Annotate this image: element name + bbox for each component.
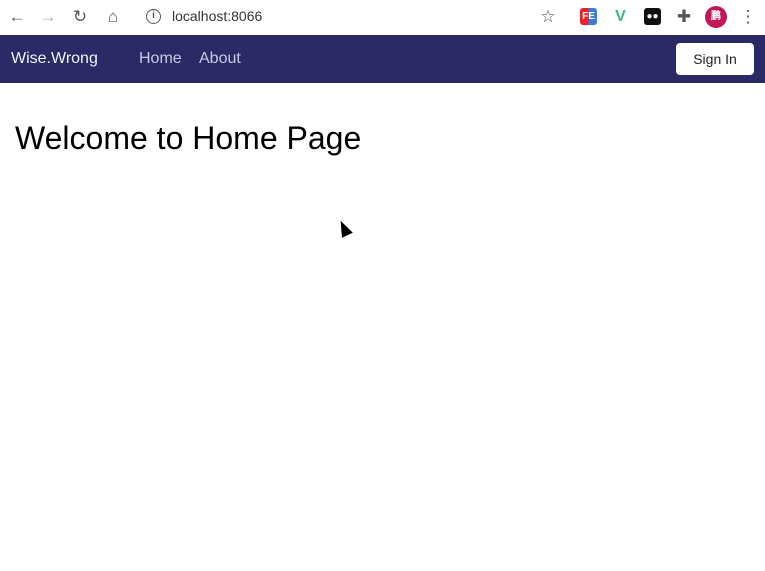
star-icon[interactable]: ☆	[537, 6, 559, 28]
reload-icon[interactable]: ↻	[69, 6, 91, 28]
tampermonkey-icon[interactable]: ●●	[644, 8, 661, 25]
menu-dots-icon[interactable]: ⋮	[737, 6, 759, 28]
browser-toolbar: ← → ↻ ⌂ i localhost:8066 ☆ FE V ●● ✚ 鹏 ⋮	[0, 0, 765, 34]
nav-link-home[interactable]: Home	[139, 50, 182, 68]
forward-icon[interactable]: →	[37, 6, 59, 28]
vue-devtools-icon[interactable]: V	[612, 8, 629, 25]
sign-in-button[interactable]: Sign In	[676, 43, 754, 75]
extensions-puzzle-icon[interactable]: ✚	[673, 6, 695, 28]
back-icon[interactable]: ←	[6, 6, 28, 28]
mouse-cursor-icon	[335, 218, 353, 238]
page-title: Welcome to Home Page	[15, 120, 362, 156]
navbar: Wise.Wrong Home About Sign In	[0, 35, 765, 83]
address-bar[interactable]: localhost:8066	[172, 8, 262, 24]
brand-logo[interactable]: Wise.Wrong	[11, 50, 98, 68]
fe-extension-icon[interactable]: FE	[580, 8, 597, 25]
info-icon[interactable]: i	[146, 9, 161, 24]
home-icon[interactable]: ⌂	[102, 6, 124, 28]
nav-link-about[interactable]: About	[199, 50, 241, 68]
profile-avatar[interactable]: 鹏	[705, 6, 727, 28]
